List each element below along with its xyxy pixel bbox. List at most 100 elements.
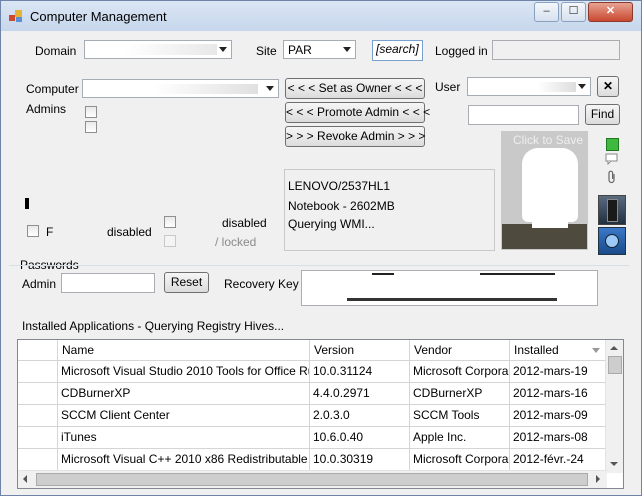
- logged-in-field: [492, 40, 620, 60]
- domain-label: Domain: [35, 44, 77, 58]
- cell-name: SCCM Client Center: [58, 405, 310, 426]
- table-row[interactable]: Microsoft Visual Studio 2010 Tools for O…: [18, 361, 607, 383]
- disabled-label-2: disabled: [222, 216, 267, 230]
- locked-checkbox[interactable]: [164, 235, 176, 247]
- search-link[interactable]: [search]: [372, 40, 423, 61]
- model-text: LENOVO/2537HL1: [288, 179, 391, 193]
- minimize-button[interactable]: ‒: [534, 2, 559, 22]
- cell-name: CDBurnerXP: [58, 383, 310, 404]
- user-value-redacted: [538, 82, 576, 92]
- scroll-left-icon[interactable]: [23, 475, 27, 483]
- disabled-checkbox[interactable]: [164, 216, 176, 228]
- recovery-key-label: Recovery Key: [224, 277, 299, 291]
- disabled-label-1: disabled: [107, 225, 152, 239]
- cell-installed: 2012-mars-16: [510, 383, 607, 404]
- site-combo[interactable]: PAR: [283, 40, 356, 59]
- cell-name: iTunes: [58, 427, 310, 448]
- user-combo[interactable]: [467, 77, 591, 96]
- table-row[interactable]: Microsoft Visual C++ 2010 x86 Redistribu…: [18, 449, 607, 471]
- cell-name: Microsoft Visual Studio 2010 Tools for O…: [58, 361, 310, 382]
- chevron-down-icon: [343, 47, 351, 52]
- face-silhouette: [522, 148, 578, 222]
- paperclip-icon[interactable]: [607, 170, 617, 184]
- main-window: Computer Management ‒ ☐ ✕ Domain Site PA…: [0, 0, 642, 496]
- cell-vendor: SCCM Tools: [410, 405, 510, 426]
- close-button[interactable]: ✕: [588, 2, 633, 22]
- col-name[interactable]: Name: [58, 340, 310, 360]
- recovery-key-field[interactable]: [301, 270, 598, 306]
- disk-tool-icon[interactable]: [598, 227, 626, 255]
- vertical-scrollbar[interactable]: [605, 340, 623, 473]
- admin-checkbox-1[interactable]: [85, 106, 97, 118]
- cell-version: 2.0.3.0: [310, 405, 410, 426]
- domain-value-redacted: [125, 44, 217, 55]
- admin-password-label: Admin: [22, 277, 57, 291]
- comment-icon[interactable]: [605, 153, 618, 165]
- vertical-scroll-thumb[interactable]: [608, 356, 622, 374]
- admin-password-field[interactable]: [61, 273, 155, 293]
- chevron-down-icon: [578, 84, 586, 89]
- cell-installed: 2012-mars-19: [510, 361, 607, 382]
- computer-value-redacted: [153, 84, 258, 94]
- chassis-text: Notebook - 2602MB: [288, 199, 395, 213]
- locked-label: / locked: [215, 235, 257, 249]
- find-button[interactable]: Find: [585, 104, 620, 125]
- user-search-input[interactable]: [468, 105, 579, 125]
- maximize-button[interactable]: ☐: [561, 2, 586, 22]
- sort-desc-icon: [592, 348, 600, 353]
- promote-admin-button[interactable]: < < < Promote Admin < < <: [285, 102, 430, 123]
- hardware-info-panel: LENOVO/2537HL1 Notebook - 2602MB Queryin…: [284, 169, 495, 251]
- cell-vendor: Microsoft Corpora...: [410, 361, 510, 382]
- chevron-down-icon: [266, 86, 274, 91]
- cell-vendor: Apple Inc.: [410, 427, 510, 448]
- user-photo[interactable]: Click to Save: [501, 131, 588, 250]
- wmi-status-text: Querying WMI...: [288, 217, 375, 231]
- user-label: User: [435, 80, 461, 94]
- cell-version: 10.0.30319: [310, 449, 410, 470]
- cell-name: Microsoft Visual C++ 2010 x86 Redistribu…: [58, 449, 310, 470]
- computer-tower-icon[interactable]: [598, 195, 626, 225]
- computer-combo[interactable]: [82, 79, 279, 98]
- horizontal-scroll-thumb[interactable]: [36, 473, 588, 486]
- row-header-corner: [18, 340, 58, 360]
- table-row[interactable]: SCCM Client Center 2.0.3.0 SCCM Tools 20…: [18, 405, 607, 427]
- scroll-right-icon[interactable]: [596, 475, 600, 483]
- cell-version: 10.6.0.40: [310, 427, 410, 448]
- flag-checkbox[interactable]: [27, 225, 39, 237]
- col-installed[interactable]: Installed: [510, 340, 607, 360]
- col-version[interactable]: Version: [310, 340, 410, 360]
- site-value: PAR: [288, 43, 312, 57]
- domain-combo[interactable]: [84, 40, 232, 59]
- col-vendor[interactable]: Vendor: [410, 340, 510, 360]
- installed-apps-grid[interactable]: Name Version Vendor Installed Microsoft …: [17, 339, 624, 489]
- table-row[interactable]: CDBurnerXP 4.4.0.2971 CDBurnerXP 2012-ma…: [18, 383, 607, 405]
- scroll-down-icon[interactable]: [610, 462, 618, 466]
- cell-version: 10.0.31124: [310, 361, 410, 382]
- photo-caption: Click to Save: [513, 133, 584, 147]
- cell-vendor: Microsoft Corpora...: [410, 449, 510, 470]
- app-icon: [9, 10, 22, 22]
- cell-vendor: CDBurnerXP: [410, 383, 510, 404]
- cell-installed: 2012-mars-08: [510, 427, 607, 448]
- grid-header: Name Version Vendor Installed: [18, 340, 607, 361]
- cell-version: 4.4.0.2971: [310, 383, 410, 404]
- site-label: Site: [256, 44, 277, 58]
- apps-status-text: Installed Applications - Querying Regist…: [22, 319, 285, 333]
- table-row[interactable]: iTunes 10.6.0.40 Apple Inc. 2012-mars-08: [18, 427, 607, 449]
- scroll-up-icon[interactable]: [610, 346, 618, 350]
- client-area: Domain Site PAR [search] Logged in Compu…: [9, 32, 632, 489]
- set-as-owner-button[interactable]: < < < Set as Owner < < <: [285, 78, 425, 99]
- neck-silhouette: [532, 218, 568, 228]
- title-bar[interactable]: Computer Management ‒ ☐ ✕: [1, 1, 641, 31]
- reset-button[interactable]: Reset: [164, 272, 209, 293]
- status-marker: [25, 198, 29, 209]
- revoke-admin-button[interactable]: > > > Revoke Admin > > >: [285, 126, 425, 147]
- horizontal-scrollbar[interactable]: [18, 470, 607, 488]
- admin-checkbox-2[interactable]: [85, 121, 97, 133]
- window-title: Computer Management: [30, 9, 167, 24]
- clear-user-button[interactable]: ✕: [597, 76, 619, 97]
- status-green-icon: [606, 138, 619, 151]
- cell-installed: 2012-mars-09: [510, 405, 607, 426]
- admins-label: Admins: [26, 102, 67, 116]
- computer-label: Computer: [26, 82, 79, 96]
